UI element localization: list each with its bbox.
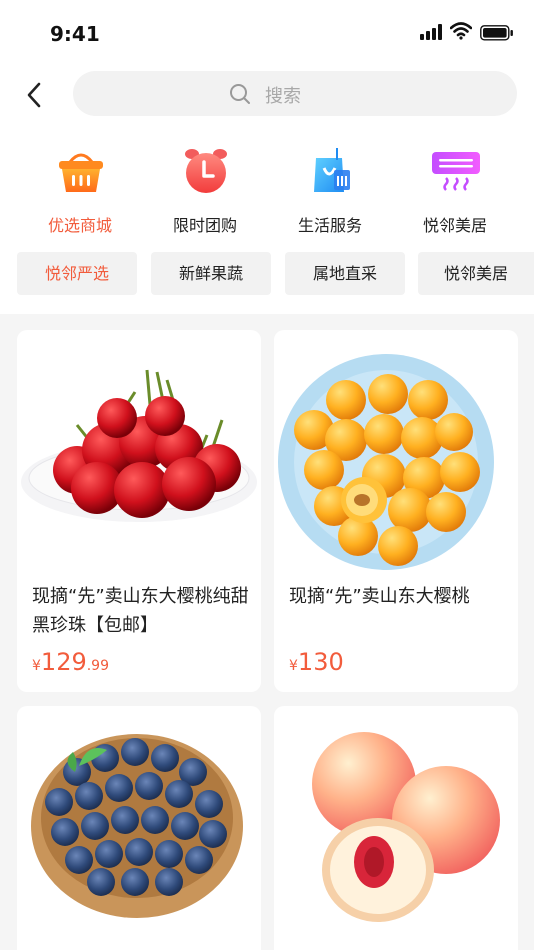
status-bar: 9:41 [0, 0, 534, 64]
category-life-services[interactable]: 生活服务 [275, 146, 385, 236]
basket-icon [59, 153, 103, 192]
chip-yuelin-home[interactable]: 悦邻美居 [418, 252, 534, 295]
product-price: ¥130 [289, 648, 344, 676]
apricots-image [278, 354, 494, 570]
category-label: 生活服务 [297, 216, 362, 235]
price-integer: 129 [40, 648, 87, 676]
chip-fresh-produce[interactable]: 新鲜果蔬 [151, 252, 271, 295]
price-integer: 130 [297, 648, 344, 676]
search-placeholder: 搜索 [265, 86, 301, 107]
price-decimal: .99 [86, 658, 109, 674]
blueberries-image [31, 734, 243, 918]
status-time: 9:41 [50, 22, 100, 46]
cellular-signal-icon [420, 24, 442, 40]
alarm-clock-icon [185, 149, 227, 193]
product-price: ¥129.99 [32, 648, 109, 676]
wifi-icon [450, 22, 472, 40]
product-card[interactable]: 现摘“先”卖山东大樱桃纯甜黑珍珠【包邮】 ¥129.99 [17, 330, 261, 692]
category-flash-group-buy[interactable]: 限时团购 [150, 146, 260, 236]
shopping-bag-icon [314, 148, 350, 192]
currency-symbol: ¥ [32, 658, 41, 674]
battery-icon [480, 25, 513, 41]
chip-local-sourcing[interactable]: 属地直采 [285, 252, 405, 295]
product-card[interactable]: 现摘“先”卖山东大樱桃 ¥130 [274, 330, 518, 692]
back-arrow-icon[interactable] [20, 78, 50, 112]
category-yuelin-home[interactable]: 悦邻美居 [400, 146, 510, 236]
search-icon [230, 84, 250, 104]
category-youxuan-mall[interactable]: 优选商城 [25, 146, 135, 236]
search-bar[interactable]: 搜索 [73, 71, 517, 116]
category-label: 悦邻美居 [422, 216, 487, 235]
product-title: 现摘“先”卖山东大樱桃纯甜黑珍珠【包邮】 [32, 586, 249, 636]
product-title: 现摘“先”卖山东大樱桃 [289, 586, 470, 607]
air-conditioner-icon [432, 152, 480, 191]
peaches-image [312, 732, 500, 922]
product-card[interactable] [274, 706, 518, 950]
category-label: 限时团购 [172, 216, 237, 235]
cherries-image [21, 369, 257, 522]
category-label: 优选商城 [47, 216, 112, 235]
top-panel: 9:41 搜索 优选商城 限时团购 生活服务 悦邻美居 悦邻严选 新鲜果蔬 属地… [0, 0, 534, 314]
chip-yuelin-select[interactable]: 悦邻严选 [17, 252, 137, 295]
product-card[interactable] [17, 706, 261, 950]
currency-symbol: ¥ [289, 658, 298, 674]
